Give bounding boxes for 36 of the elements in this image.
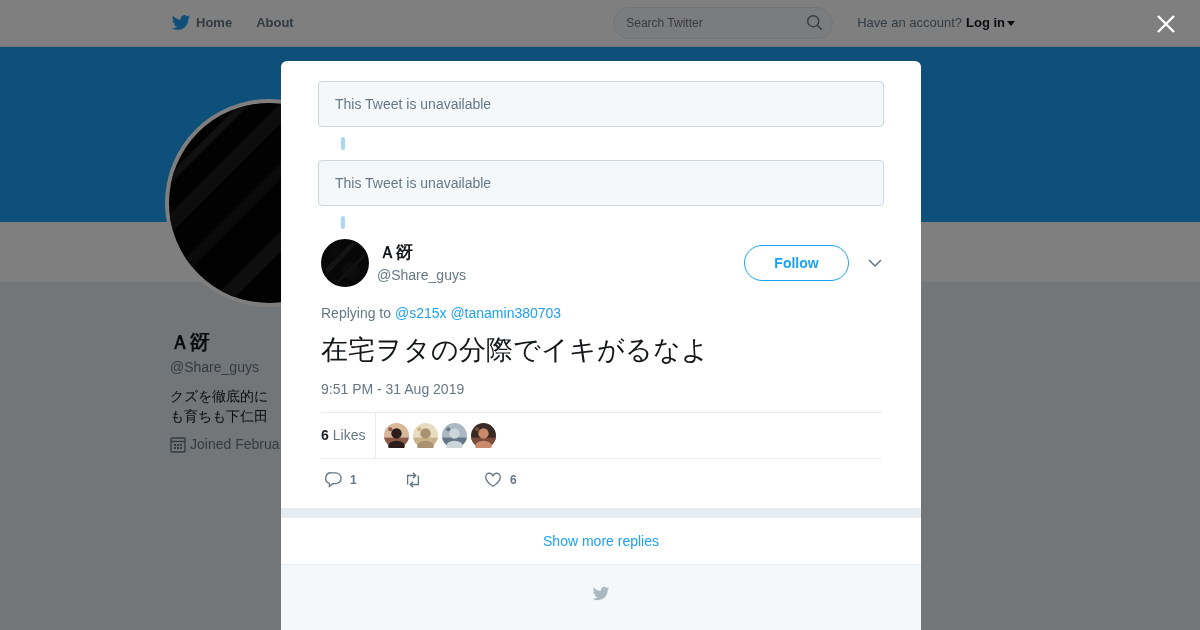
follow-button[interactable]: Follow [744, 245, 849, 281]
mention-link[interactable]: @tanamin380703 [450, 305, 562, 321]
thread-line [341, 216, 345, 229]
profile-handle: @Share_guys [170, 358, 260, 377]
home-link[interactable]: Home [170, 13, 233, 33]
reply-icon[interactable] [324, 470, 342, 489]
account-prompt: Have an account? [857, 14, 962, 33]
author-name: Ａ谺 [379, 241, 414, 264]
caret-icon [1007, 20, 1015, 26]
tweet-text: 在宅ヲタの分際でイキがるなよ [321, 334, 710, 367]
action-count: 1 [350, 471, 357, 489]
profile-bio: クズを徹底的に も育ちも下仁田 [170, 387, 269, 426]
author-handle: @Share_guys [377, 266, 466, 286]
search-field[interactable]: Search Twitter [613, 7, 834, 39]
close-icon[interactable] [1156, 14, 1176, 34]
bird-icon [170, 13, 192, 33]
joined-date: Joined Februa [190, 435, 280, 454]
profile-name: Ａ谺 [170, 330, 211, 355]
unavailable-tweet-notice: This Tweet is unavailable [318, 81, 884, 127]
nav-link[interactable]: About [256, 13, 294, 33]
heart-icon[interactable] [484, 470, 502, 489]
replying-to: Replying to @s215x @tanamin380703 [321, 304, 563, 323]
action-count: 6 [510, 471, 517, 489]
unavailable-tweet-notice: This Tweet is unavailable [318, 160, 884, 206]
show-more-replies-link[interactable]: Show more replies [281, 518, 921, 564]
thread-line [341, 137, 345, 150]
chevron-down-icon[interactable] [868, 259, 882, 267]
bird-icon [591, 585, 611, 603]
login-link[interactable]: Log in [966, 13, 1015, 33]
mention-link[interactable]: @s215x [394, 305, 447, 321]
calendar-icon [170, 436, 186, 453]
retweet-icon[interactable] [404, 470, 422, 489]
likes-count: 6 [321, 425, 329, 445]
likes-label: Likes [332, 425, 366, 445]
tweet-timestamp: 9:51 PM - 31 Aug 2019 [321, 379, 466, 399]
search-icon[interactable] [806, 14, 824, 31]
